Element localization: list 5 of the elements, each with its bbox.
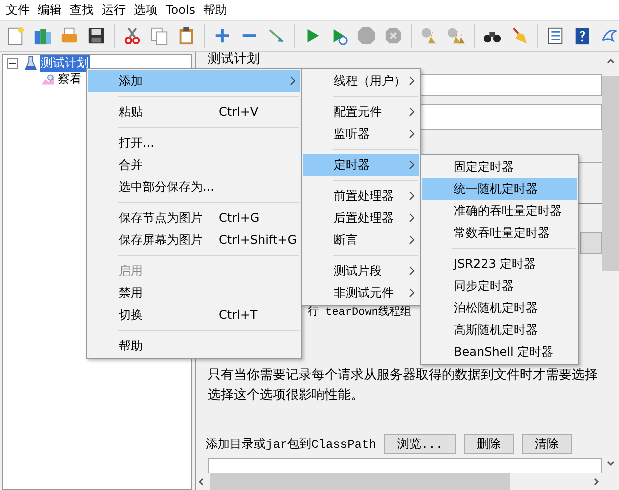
note-text: 选择这个选项很影响性能。 [208,387,365,405]
teardown-option-label: 行 tearDown线程组 [308,307,412,319]
note-text: 只有当你需要记录每个请求从服务器取得的数据到文件时才需要选择 [208,367,599,385]
panel-title: 测试计划 [208,52,261,68]
classpath-label: 添加目录或jar包到ClassPath [206,436,376,452]
